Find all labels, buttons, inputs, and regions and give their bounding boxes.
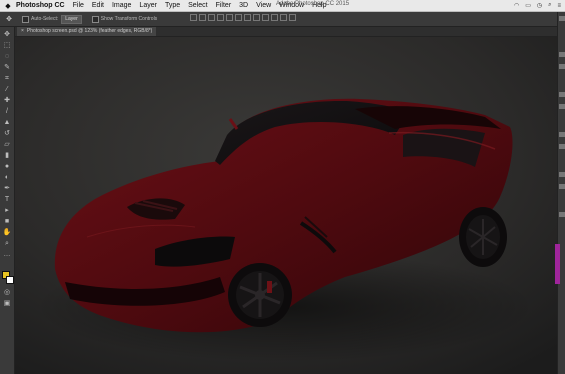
distribute-center-icon[interactable] xyxy=(280,14,287,21)
menu-app-name[interactable]: Photoshop CC xyxy=(16,2,65,9)
panel-icon[interactable] xyxy=(559,212,565,217)
distribute-left-icon[interactable] xyxy=(271,14,278,21)
brush-icon[interactable]: / xyxy=(2,108,12,116)
align-left-icon[interactable] xyxy=(217,14,224,21)
path-select-icon[interactable]: ▸ xyxy=(2,207,12,215)
lasso-icon[interactable]: ◌ xyxy=(2,53,12,61)
tools-panel: ✥ ⬚ ◌ ✎ ⌗ ⁄ ✚ / ▲ ↺ ▱ ▮ ● ◐ ✒ T ▸ ■ ✋ ⌕ … xyxy=(0,27,15,374)
align-bottom-icon[interactable] xyxy=(208,14,215,21)
panel-icon[interactable] xyxy=(559,184,565,189)
panel-icon[interactable] xyxy=(559,92,565,97)
panel-icon[interactable] xyxy=(559,144,565,149)
panel-icon[interactable] xyxy=(559,64,565,69)
wifi-icon[interactable]: ◠ xyxy=(514,2,519,9)
zoom-icon[interactable]: ⌕ xyxy=(2,240,12,248)
eyedropper-icon[interactable]: ⁄ xyxy=(2,86,12,94)
quick-mask-icon[interactable]: ◎ xyxy=(2,289,12,297)
distribute-top-icon[interactable] xyxy=(244,14,251,21)
gradient-icon[interactable]: ▮ xyxy=(2,152,12,160)
menu-filter[interactable]: Filter xyxy=(216,2,232,9)
marquee-icon[interactable]: ⬚ xyxy=(2,42,12,50)
move-icon[interactable]: ✥ xyxy=(2,31,12,39)
panel-icon[interactable] xyxy=(559,132,565,137)
dodge-icon[interactable]: ◐ xyxy=(2,174,12,182)
menu-bar: ◆ Photoshop CC File Edit Image Layer Typ… xyxy=(0,0,565,12)
distribute-right-icon[interactable] xyxy=(289,14,296,21)
align-right-icon[interactable] xyxy=(235,14,242,21)
panel-icon[interactable] xyxy=(559,104,565,109)
menu-view[interactable]: View xyxy=(256,2,271,9)
screen-mode-icon[interactable]: ▣ xyxy=(2,300,12,308)
status-area: ◠ ▭ ◷ ⌕ ≡ xyxy=(514,0,561,11)
close-icon[interactable]: × xyxy=(21,27,24,36)
apple-icon[interactable]: ◆ xyxy=(0,2,16,10)
battery-icon[interactable]: ▭ xyxy=(525,2,531,9)
panel-icon[interactable] xyxy=(559,52,565,57)
menu-3d[interactable]: 3D xyxy=(239,2,248,9)
pen-icon[interactable]: ✒ xyxy=(2,185,12,193)
checkbox-box[interactable] xyxy=(22,15,29,23)
show-transform-checkbox[interactable]: Show Transform Controls xyxy=(91,15,158,23)
align-middle-icon[interactable] xyxy=(199,14,206,21)
document-tab-bar: × Photoshop screen.psd @ 123% (feather e… xyxy=(15,27,557,37)
distribute-bottom-icon[interactable] xyxy=(262,14,269,21)
background-color-swatch[interactable] xyxy=(6,276,14,284)
panel-icon[interactable] xyxy=(559,172,565,177)
align-buttons xyxy=(190,14,296,21)
crop-icon[interactable]: ⌗ xyxy=(2,75,12,83)
search-icon[interactable]: ⌕ xyxy=(548,2,551,9)
clone-stamp-icon[interactable]: ▲ xyxy=(2,119,12,127)
auto-select-dropdown[interactable]: Layer xyxy=(61,14,82,24)
history-brush-icon[interactable]: ↺ xyxy=(2,130,12,138)
blur-icon[interactable]: ● xyxy=(2,163,12,171)
options-bar: ✥ Auto-Select: Layer Show Transform Cont… xyxy=(0,12,565,27)
distribute-middle-icon[interactable] xyxy=(253,14,260,21)
clock-icon[interactable]: ◷ xyxy=(537,2,542,9)
menu-image[interactable]: Image xyxy=(112,2,131,9)
menu-type[interactable]: Type xyxy=(165,2,180,9)
healing-brush-icon[interactable]: ✚ xyxy=(2,97,12,105)
checkbox-box[interactable] xyxy=(91,15,99,23)
hand-icon[interactable]: ✋ xyxy=(2,229,12,237)
menu-select[interactable]: Select xyxy=(188,2,207,9)
right-panel-strip xyxy=(557,12,565,374)
align-center-icon[interactable] xyxy=(226,14,233,21)
menu-icon[interactable]: ≡ xyxy=(557,3,561,9)
shape-icon[interactable]: ■ xyxy=(2,218,12,226)
window-title: Adobe Photoshop CC 2015 xyxy=(276,1,350,7)
move-tool-icon[interactable]: ✥ xyxy=(2,14,16,24)
menu-layer[interactable]: Layer xyxy=(139,2,157,9)
panel-collapse-icon[interactable] xyxy=(559,16,565,21)
auto-select-label: Auto-Select: xyxy=(31,16,59,22)
show-transform-label: Show Transform Controls xyxy=(100,16,158,22)
auto-select-checkbox[interactable]: Auto-Select: xyxy=(22,15,59,23)
layer-color-indicator xyxy=(555,244,560,284)
align-top-icon[interactable] xyxy=(190,14,197,21)
document-tab[interactable]: × Photoshop screen.psd @ 123% (feather e… xyxy=(17,27,157,36)
more-tools-icon[interactable]: … xyxy=(2,251,12,259)
menu-file[interactable]: File xyxy=(73,2,84,9)
menu-edit[interactable]: Edit xyxy=(92,2,104,9)
type-icon[interactable]: T xyxy=(2,196,12,204)
document-tab-title: Photoshop screen.psd @ 123% (feather edg… xyxy=(26,28,153,34)
eraser-icon[interactable]: ▱ xyxy=(2,141,12,149)
quick-select-icon[interactable]: ✎ xyxy=(2,64,12,72)
car-photo xyxy=(15,37,557,374)
document-canvas[interactable] xyxy=(15,37,557,374)
